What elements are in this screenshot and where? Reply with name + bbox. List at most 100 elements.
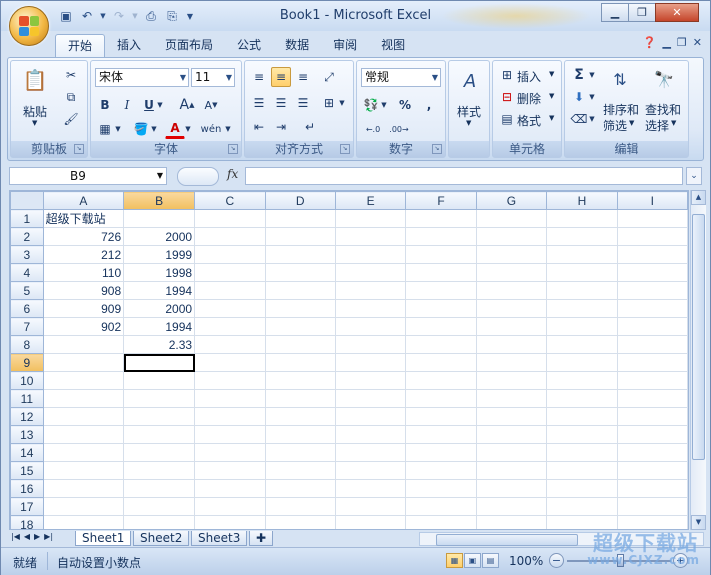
tab-page-layout[interactable]: 页面布局 [153, 34, 225, 56]
cell-g17[interactable] [475, 497, 548, 516]
cell-b3[interactable]: 1999 [123, 245, 196, 264]
fill-icon[interactable]: ⬇ [569, 87, 589, 107]
cell-d17[interactable] [264, 497, 336, 516]
delete-dropdown-icon[interactable]: ▼ [549, 92, 554, 100]
autosum-icon[interactable]: Σ [569, 65, 589, 85]
row-header[interactable]: 18 [10, 515, 44, 529]
delete-cells-button[interactable]: 删除 [517, 90, 541, 107]
cell-f9[interactable] [405, 353, 477, 372]
cell-f15[interactable] [405, 461, 477, 480]
cell-g9[interactable] [475, 353, 548, 372]
cell-f2[interactable] [405, 227, 477, 246]
cell-a16[interactable] [42, 479, 125, 498]
cell-f14[interactable] [405, 443, 477, 462]
cell-a11[interactable] [42, 389, 125, 408]
cell-a17[interactable] [42, 497, 125, 516]
cell-b6[interactable]: 2000 [123, 299, 196, 318]
cell-b5[interactable]: 1994 [123, 281, 196, 300]
cell-b8[interactable]: 2.33 [123, 335, 196, 354]
prev-sheet-icon[interactable]: ◀ [24, 532, 30, 541]
cell-b12[interactable] [123, 407, 196, 426]
align-right-icon[interactable]: ☰ [293, 93, 313, 113]
sort-filter-line2[interactable]: 筛选 [603, 117, 627, 134]
cell-h1[interactable] [546, 209, 618, 228]
select-all-button[interactable] [10, 191, 44, 210]
row-header[interactable]: 4 [10, 263, 44, 282]
cell-a15[interactable] [42, 461, 125, 480]
font-size-select[interactable]: 11 ▼ [191, 68, 235, 87]
cell-i18[interactable] [616, 515, 688, 529]
cell-i3[interactable] [616, 245, 688, 264]
column-header-c[interactable]: C [194, 191, 266, 210]
cell-b9[interactable] [123, 353, 196, 372]
sort-filter-line1[interactable]: 排序和 [603, 101, 639, 118]
format-cells-icon[interactable]: ▤ [497, 109, 517, 129]
vertical-scrollbar[interactable]: ▲ ▼ [690, 190, 706, 530]
cell-f10[interactable] [405, 371, 477, 390]
expand-formula-bar-icon[interactable]: ⌄ [686, 167, 702, 185]
cell-a10[interactable] [42, 371, 125, 390]
cell-i14[interactable] [616, 443, 688, 462]
borders-icon[interactable]: ▦ [95, 119, 115, 139]
cell-g8[interactable] [475, 335, 548, 354]
autosum-dropdown-icon[interactable]: ▼ [587, 65, 597, 85]
cell-f17[interactable] [405, 497, 477, 516]
cell-d14[interactable] [264, 443, 336, 462]
tab-data[interactable]: 数据 [273, 34, 321, 56]
cell-g16[interactable] [475, 479, 548, 498]
cell-h18[interactable] [546, 515, 618, 529]
row-header[interactable]: 15 [10, 461, 44, 480]
cell-i11[interactable] [616, 389, 688, 408]
page-layout-view-icon[interactable]: ▣ [464, 553, 481, 568]
sheet-tab-sheet3[interactable]: Sheet3 [191, 531, 248, 546]
paste-button[interactable]: 粘贴 [23, 103, 47, 120]
cell-h9[interactable] [546, 353, 618, 372]
cell-b17[interactable] [123, 497, 196, 516]
styles-button[interactable]: 样式 [457, 103, 481, 120]
format-dropdown-icon[interactable]: ▼ [549, 114, 554, 122]
ribbon-restore-icon[interactable]: ❐ [677, 36, 687, 49]
row-header[interactable]: 12 [10, 407, 44, 426]
column-header-f[interactable]: F [405, 191, 477, 210]
cell-g7[interactable] [475, 317, 548, 336]
cell-g12[interactable] [475, 407, 548, 426]
cell-g6[interactable] [475, 299, 548, 318]
cell-b18[interactable] [123, 515, 196, 529]
cell-h8[interactable] [546, 335, 618, 354]
cell-a18[interactable] [42, 515, 125, 529]
cell-f13[interactable] [405, 425, 477, 444]
delete-cells-icon[interactable]: ⊟ [497, 87, 517, 107]
row-header[interactable]: 6 [10, 299, 44, 318]
cell-d13[interactable] [264, 425, 336, 444]
cell-i1[interactable] [616, 209, 688, 228]
align-top-icon[interactable]: ≡ [249, 67, 269, 87]
tab-home[interactable]: 开始 [55, 34, 106, 58]
cell-c7[interactable] [194, 317, 266, 336]
cell-i10[interactable] [616, 371, 688, 390]
cell-c1[interactable] [194, 209, 266, 228]
cell-h17[interactable] [546, 497, 618, 516]
cell-f8[interactable] [405, 335, 477, 354]
cell-e1[interactable] [334, 209, 407, 228]
row-header[interactable]: 1 [10, 209, 44, 228]
column-header-b[interactable]: B [123, 191, 196, 210]
clear-dropdown-icon[interactable]: ▼ [587, 109, 597, 129]
cell-i7[interactable] [616, 317, 688, 336]
cell-e8[interactable] [334, 335, 407, 354]
accounting-dropdown-icon[interactable]: ▼ [379, 95, 389, 115]
find-select-line1[interactable]: 查找和 [645, 101, 681, 118]
cell-e7[interactable] [334, 317, 407, 336]
cell-c15[interactable] [194, 461, 266, 480]
vertical-scroll-thumb[interactable] [692, 214, 705, 460]
cell-i15[interactable] [616, 461, 688, 480]
cell-d2[interactable] [264, 227, 336, 246]
help-icon[interactable]: ❓ [643, 36, 657, 49]
increase-indent-icon[interactable]: ⇥ [271, 117, 291, 137]
row-header[interactable]: 10 [10, 371, 44, 390]
minimize-icon[interactable]: ▁ [601, 3, 629, 22]
cell-f7[interactable] [405, 317, 477, 336]
percent-icon[interactable]: % [395, 95, 415, 115]
cell-g2[interactable] [475, 227, 548, 246]
alignment-launcher-icon[interactable]: ↘ [340, 144, 350, 154]
cell-e15[interactable] [334, 461, 407, 480]
